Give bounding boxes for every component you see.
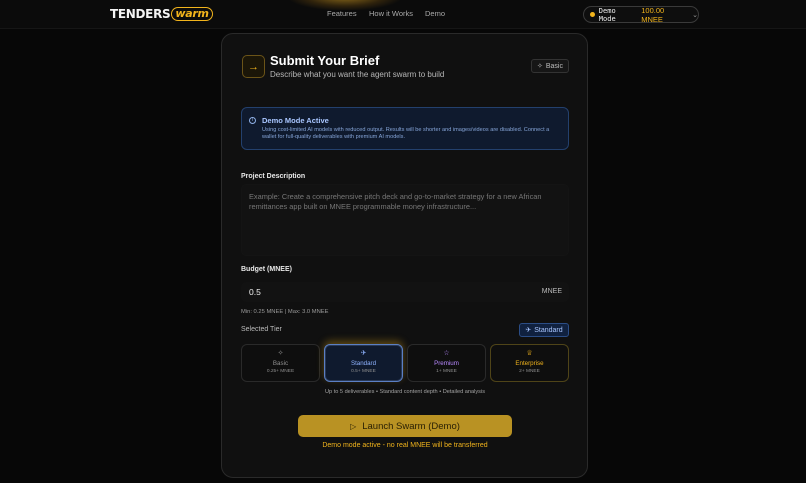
- logo-text-accent: warm: [171, 7, 213, 21]
- tier-name: Premium: [434, 360, 459, 367]
- tier-name: Enterprise: [515, 360, 544, 367]
- selected-tier-value: Standard: [534, 326, 563, 334]
- logo-text-primary: TENDERS: [110, 7, 171, 21]
- tier-standard-button[interactable]: ✈ Standard 0.5+ MNEE: [324, 344, 403, 382]
- sparkle-icon: ✧: [277, 350, 284, 357]
- nav-link-demo[interactable]: Demo: [425, 9, 455, 18]
- tier-price: 1+ MNEE: [436, 369, 457, 374]
- info-text: Using cost-limited AI models with reduce…: [262, 127, 550, 141]
- demo-mode-note: Demo mode active - no real MNEE will be …: [322, 442, 488, 449]
- budget-range: Min: 0.25 MNEE | Max: 3.0 MNEE: [241, 309, 329, 315]
- mode-chip-basic[interactable]: ✧ Basic: [531, 59, 569, 73]
- tier-premium-button[interactable]: ☆ Premium 1+ MNEE: [407, 344, 486, 382]
- tier-options: ✧ Basic 0.25+ MNEE ✈ Standard 0.5+ MNEE …: [241, 344, 569, 382]
- rocket-icon: ✈: [525, 327, 532, 334]
- demo-mode-wallet-button[interactable]: Demo Mode 100.00 MNEE ⌄: [583, 5, 699, 24]
- chevron-down-icon: ⌄: [692, 11, 698, 19]
- tier-basic-button[interactable]: ✧ Basic 0.25+ MNEE: [241, 344, 320, 382]
- tier-price: 2+ MNEE: [519, 369, 540, 374]
- wallet-balance: 100.00 MNEE: [641, 5, 665, 24]
- rocket-icon: ✈: [360, 350, 367, 357]
- arrow-right-icon: →: [242, 55, 265, 78]
- project-description-label: Project Description: [241, 173, 306, 180]
- budget-unit: MNEE: [541, 288, 562, 295]
- brief-form-card: → Submit Your Brief Describe what you wa…: [221, 33, 588, 478]
- mode-chip-label: Basic: [545, 62, 563, 70]
- budget-value: 0.5: [249, 287, 261, 297]
- nav-links: Features How it Works Demo: [327, 9, 455, 18]
- status-dot-icon: [590, 12, 595, 17]
- page-title: Submit Your Brief: [270, 53, 380, 68]
- page-subtitle: Describe what you want the agent swarm t…: [270, 70, 445, 79]
- info-heading: Demo Mode Active: [262, 116, 329, 125]
- sparkle-icon: ✧: [537, 63, 543, 70]
- project-description-input[interactable]: [241, 184, 569, 256]
- play-icon: ▷: [350, 421, 357, 431]
- demo-mode-label: Demo Mode: [598, 6, 616, 23]
- top-navigation: TENDERS warm Features How it Works Demo D…: [0, 0, 806, 29]
- budget-input[interactable]: 0.5 MNEE: [241, 282, 569, 302]
- demo-mode-info-banner: i Demo Mode Active Using cost-limited AI…: [241, 107, 569, 150]
- tier-description: Up to 5 deliverables • Standard content …: [324, 389, 486, 395]
- star-icon: ☆: [443, 350, 450, 357]
- info-icon: i: [249, 117, 256, 124]
- tier-enterprise-button[interactable]: ♕ Enterprise 2+ MNEE: [490, 344, 569, 382]
- selected-tier-label: Selected Tier: [241, 326, 282, 333]
- tier-price: 0.25+ MNEE: [266, 369, 295, 374]
- launch-swarm-button[interactable]: ▷ Launch Swarm (Demo): [298, 415, 512, 437]
- budget-label: Budget (MNEE): [241, 266, 292, 273]
- nav-link-features[interactable]: Features: [327, 9, 369, 18]
- tier-name: Basic: [272, 360, 289, 367]
- tier-name: Standard: [350, 360, 377, 367]
- tier-price: 0.5+ MNEE: [351, 369, 376, 374]
- crown-icon: ♕: [526, 350, 533, 357]
- logo[interactable]: TENDERS warm: [110, 6, 213, 22]
- nav-link-how-it-works[interactable]: How it Works: [369, 9, 425, 18]
- launch-swarm-label: Launch Swarm (Demo): [362, 420, 460, 432]
- selected-tier-badge: ✈ Standard: [519, 323, 569, 337]
